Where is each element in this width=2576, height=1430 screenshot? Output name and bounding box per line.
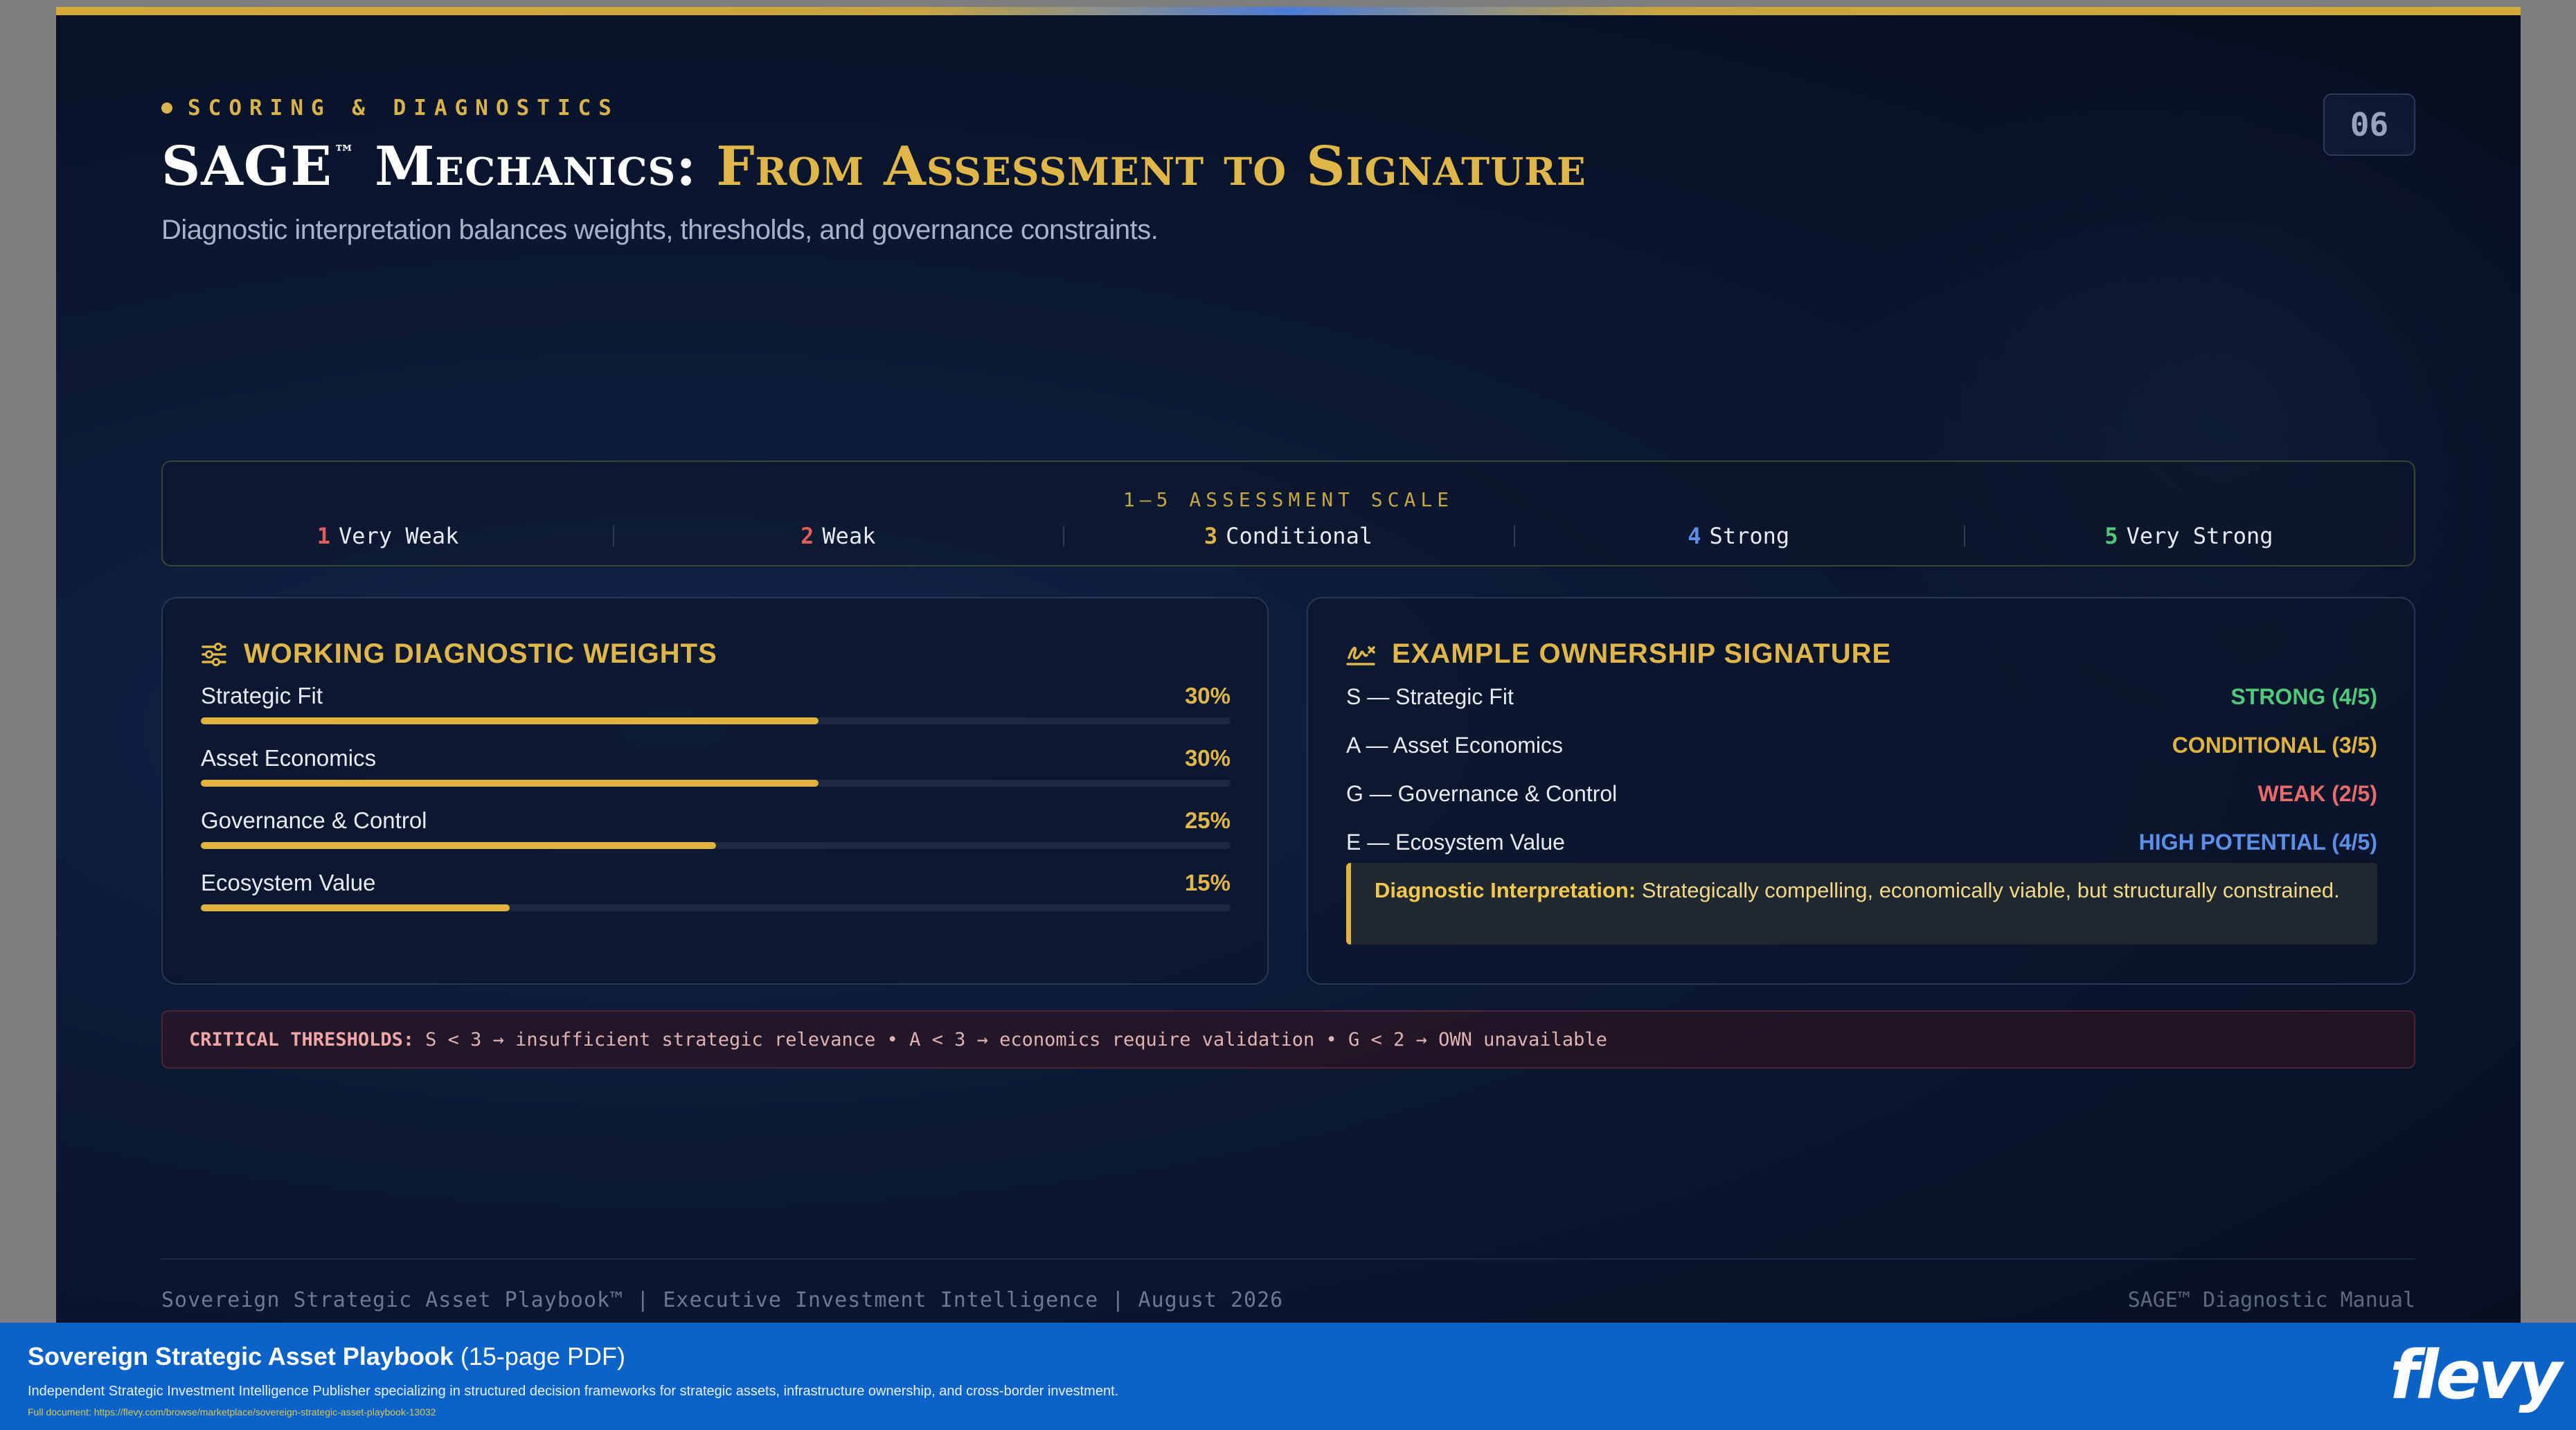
weights-panel: WORKING DIAGNOSTIC WEIGHTS Strategic Fit… bbox=[161, 597, 1269, 985]
sliders-icon bbox=[202, 642, 226, 666]
signature-panel: EXAMPLE OWNERSHIP SIGNATURE S — Strategi… bbox=[1307, 597, 2415, 985]
accent-bar bbox=[56, 7, 2521, 15]
scale-title: 1–5 ASSESSMENT SCALE bbox=[1122, 488, 1454, 511]
weight-bar-fill bbox=[201, 904, 510, 911]
thresholds-text: S < 3 → insufficient strategic relevance… bbox=[425, 1028, 1607, 1051]
interpretation-label: Diagnostic Interpretation: bbox=[1375, 878, 1636, 902]
weight-bar-track bbox=[201, 904, 1231, 911]
scale-item-number: 2 bbox=[800, 523, 814, 549]
scale-item-label: Conditional bbox=[1226, 523, 1373, 549]
signature-rating: CONDITIONAL (3/5) bbox=[2172, 733, 2377, 758]
weight-bar-track bbox=[201, 717, 1231, 724]
scale-item: 3 Conditional bbox=[1063, 523, 1513, 551]
weight-label: Asset Economics bbox=[201, 745, 377, 771]
weight-bar-fill bbox=[201, 780, 819, 787]
weight-percent: 30% bbox=[1184, 683, 1231, 708]
scale-item: 2 Weak bbox=[613, 523, 1063, 551]
signature-heading: EXAMPLE OWNERSHIP SIGNATURE bbox=[1346, 638, 1891, 670]
scale-item: 4 Strong bbox=[1513, 523, 1964, 551]
weight-percent: 25% bbox=[1184, 807, 1231, 833]
footer-divider bbox=[161, 1258, 2415, 1260]
signature-rating: WEAK (2/5) bbox=[2257, 781, 2377, 806]
banner-title-bold[interactable]: Sovereign Strategic Asset Playbook bbox=[28, 1342, 454, 1370]
signature-icon bbox=[1346, 645, 1375, 665]
banner-link[interactable]: Full document: https://flevy.com/browse/… bbox=[28, 1406, 436, 1418]
footer-left: Sovereign Strategic Asset Playbook™ | Ex… bbox=[161, 1288, 1284, 1312]
scale-item-label: Weak bbox=[822, 523, 876, 549]
weights-heading-text: WORKING DIAGNOSTIC WEIGHTS bbox=[244, 638, 717, 669]
signature-row: S — Strategic Fit STRONG (4/5) bbox=[1346, 684, 2377, 719]
bullet-dot-icon bbox=[161, 102, 172, 114]
scale-item-number: 5 bbox=[2104, 523, 2118, 549]
weight-label: Governance & Control bbox=[201, 807, 427, 833]
signature-rating: HIGH POTENTIAL (4/5) bbox=[2138, 830, 2377, 855]
weight-percent: 30% bbox=[1184, 745, 1231, 771]
eyebrow-text: SCORING & DIAGNOSTICS bbox=[188, 96, 619, 120]
signature-row: A — Asset Economics CONDITIONAL (3/5) bbox=[1346, 733, 2377, 767]
weight-row: Ecosystem Value 15% bbox=[201, 870, 1231, 925]
scale-item-label: Strong bbox=[1709, 523, 1790, 549]
title-rest: Mechanics: bbox=[355, 135, 697, 198]
signature-label: E — Ecosystem Value bbox=[1346, 830, 1565, 855]
scale-item-number: 3 bbox=[1204, 523, 1218, 549]
interpretation-text: Strategically compelling, economically v… bbox=[1636, 878, 2340, 902]
title-highlight: From Assessment to Signature bbox=[716, 135, 1586, 198]
weight-bar-track bbox=[201, 780, 1231, 787]
weight-row: Governance & Control 25% bbox=[201, 807, 1231, 863]
page-title: SAGE™ Mechanics: From Assessment to Sign… bbox=[161, 135, 1586, 198]
page-subtitle: Diagnostic interpretation balances weigh… bbox=[161, 215, 1159, 245]
critical-thresholds: CRITICAL THRESHOLDS: S < 3 → insufficien… bbox=[161, 1010, 2415, 1069]
weights-heading: WORKING DIAGNOSTIC WEIGHTS bbox=[201, 638, 717, 670]
signature-label: S — Strategic Fit bbox=[1346, 684, 1514, 709]
weight-label: Strategic Fit bbox=[201, 683, 323, 708]
slide: SCORING & DIAGNOSTICS SAGE™ Mechanics: F… bbox=[56, 7, 2521, 1323]
weight-bar-track bbox=[201, 842, 1231, 849]
thresholds-label: CRITICAL THRESHOLDS: bbox=[189, 1028, 415, 1051]
signature-label: A — Asset Economics bbox=[1346, 733, 1564, 758]
scale-item-label: Very Strong bbox=[2126, 523, 2273, 549]
trademark-mark: ™ bbox=[333, 141, 355, 166]
scale-item-label: Very Weak bbox=[339, 523, 459, 549]
page-number: 06 bbox=[2323, 93, 2415, 156]
flevy-logo[interactable]: flevy bbox=[2390, 1337, 2562, 1414]
weight-bar-fill bbox=[201, 842, 716, 849]
scale-item: 5 Very Strong bbox=[1963, 523, 2414, 551]
signature-row: E — Ecosystem Value HIGH POTENTIAL (4/5) bbox=[1346, 830, 2377, 864]
weight-label: Ecosystem Value bbox=[201, 870, 376, 895]
signature-row: G — Governance & Control WEAK (2/5) bbox=[1346, 781, 2377, 816]
weight-row: Strategic Fit 30% bbox=[201, 683, 1231, 738]
eyebrow: SCORING & DIAGNOSTICS bbox=[161, 96, 619, 120]
title-main: SAGE bbox=[161, 135, 332, 198]
weight-row: Asset Economics 30% bbox=[201, 745, 1231, 801]
footer-right: SAGE™ Diagnostic Manual bbox=[2127, 1288, 2415, 1312]
scale-items: 1 Very Weak 2 Weak 3 Conditional 4 Strong 5 Very … bbox=[163, 523, 2414, 551]
document-banner: Sovereign Strategic Asset Playbook (15-p… bbox=[0, 1323, 2576, 1430]
weight-percent: 15% bbox=[1184, 870, 1231, 895]
signature-heading-text: EXAMPLE OWNERSHIP SIGNATURE bbox=[1392, 638, 1892, 669]
diagnostic-interpretation: Diagnostic Interpretation: Strategically… bbox=[1346, 863, 2377, 945]
assessment-scale: 1–5 ASSESSMENT SCALE 1 Very Weak 2 Weak 3 Con… bbox=[161, 461, 2415, 566]
banner-title[interactable]: Sovereign Strategic Asset Playbook (15-p… bbox=[28, 1342, 625, 1371]
signature-label: G — Governance & Control bbox=[1346, 781, 1618, 806]
scale-item-number: 1 bbox=[316, 523, 331, 549]
weight-bar-fill bbox=[201, 717, 819, 724]
scale-item-number: 4 bbox=[1688, 523, 1701, 549]
banner-description: Independent Strategic Investment Intelli… bbox=[28, 1384, 1119, 1399]
signature-rating: STRONG (4/5) bbox=[2230, 684, 2377, 709]
scale-item: 1 Very Weak bbox=[163, 523, 613, 551]
banner-title-rest: (15-page PDF) bbox=[453, 1342, 625, 1370]
